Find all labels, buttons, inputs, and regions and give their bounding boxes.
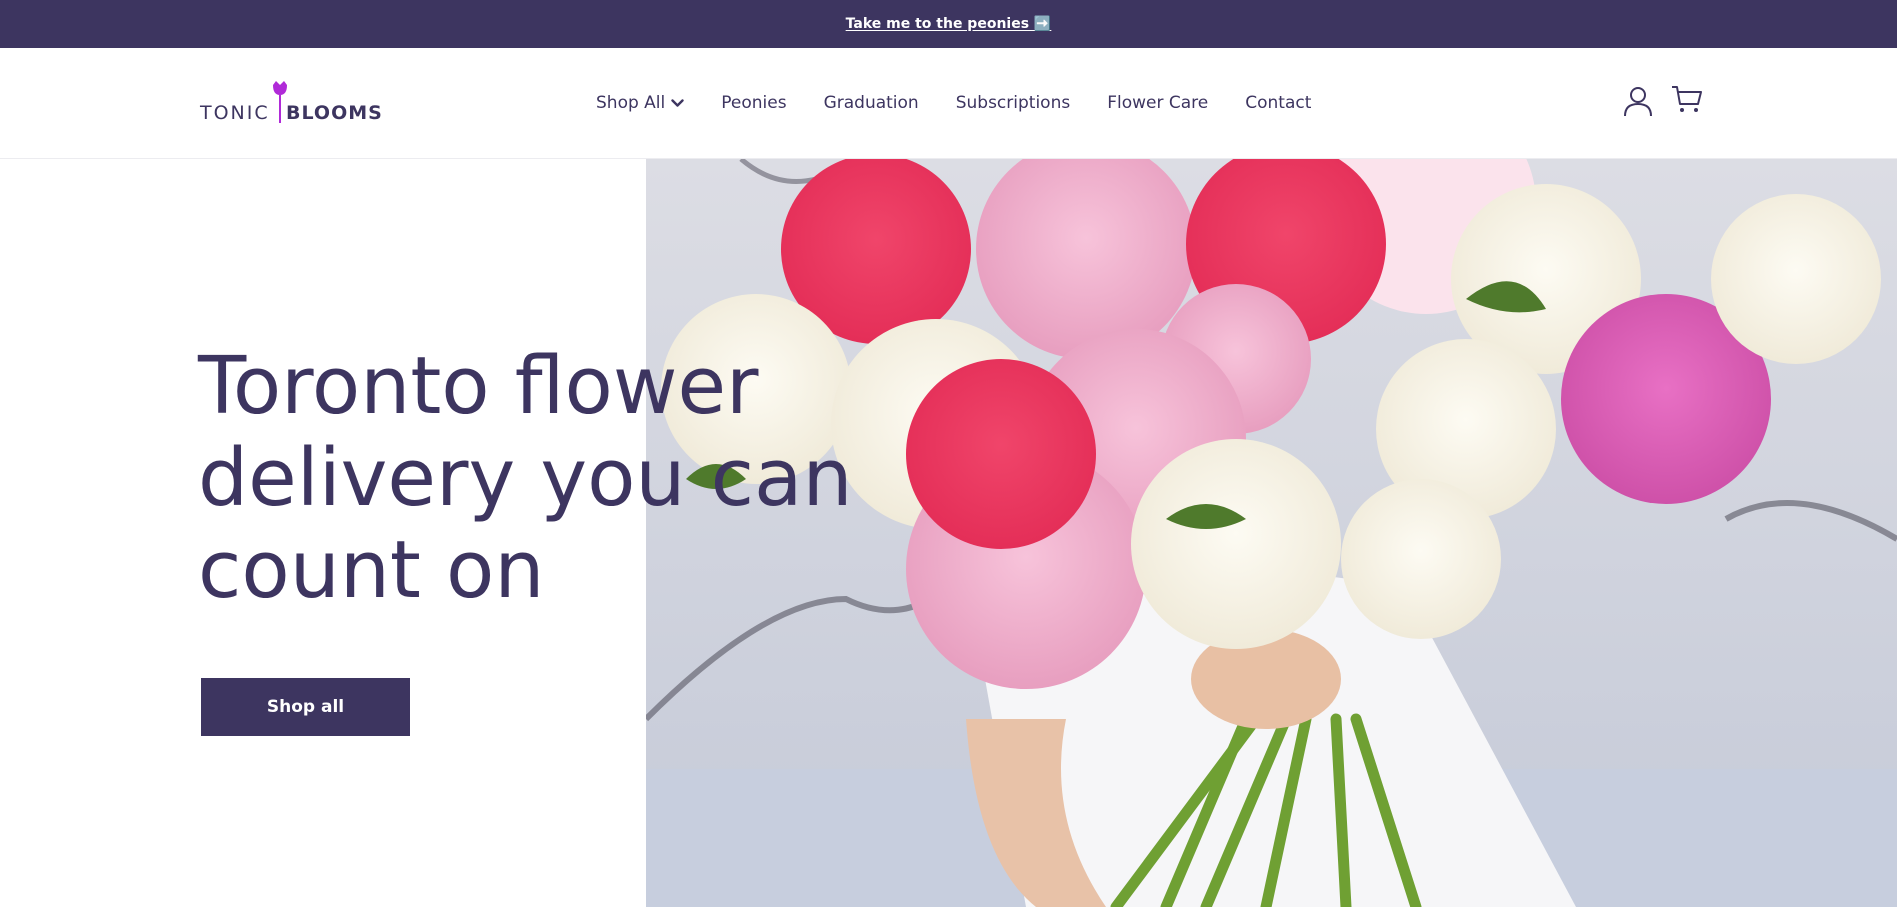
nav-item-flower-care[interactable]: Flower Care	[1107, 93, 1208, 113]
nav-item-contact[interactable]: Contact	[1245, 93, 1311, 113]
nav-item-shop-all[interactable]: Shop All	[596, 93, 684, 113]
shop-all-button[interactable]: Shop all	[201, 678, 410, 736]
hero-headline-line: delivery you can	[198, 432, 853, 524]
announcement-bar: Take me to the peonies ➡️	[0, 0, 1897, 48]
site-header: TONIC BLOOMS Shop All Peonies Graduation…	[0, 48, 1897, 159]
nav-label: Contact	[1245, 93, 1312, 113]
hero-headline: Toronto flower delivery you can count on	[198, 340, 878, 616]
nav-item-graduation[interactable]: Graduation	[824, 93, 919, 113]
cart-icon[interactable]	[1671, 85, 1703, 115]
nav-item-peonies[interactable]: Peonies	[721, 93, 786, 113]
nav-item-subscriptions[interactable]: Subscriptions	[956, 93, 1070, 113]
announcement-link[interactable]: Take me to the peonies ➡️	[846, 16, 1052, 32]
user-icon[interactable]	[1623, 85, 1653, 117]
nav-label: Peonies	[721, 93, 787, 113]
main-nav: Shop All Peonies Graduation Subscription…	[596, 90, 1311, 116]
hero-headline-line: count on	[198, 524, 545, 616]
brand-logo[interactable]: TONIC BLOOMS	[200, 79, 383, 129]
logo-divider	[279, 95, 281, 123]
logo-text-blooms: BLOOMS	[286, 102, 383, 124]
nav-label: Subscriptions	[955, 93, 1071, 113]
nav-label: Shop All	[596, 93, 666, 113]
hero-headline-line: Toronto flower	[198, 340, 759, 432]
nav-label: Flower Care	[1107, 93, 1209, 113]
nav-label: Graduation	[823, 93, 919, 113]
logo-text-tonic: TONIC	[200, 102, 270, 124]
chevron-down-icon	[671, 98, 684, 107]
